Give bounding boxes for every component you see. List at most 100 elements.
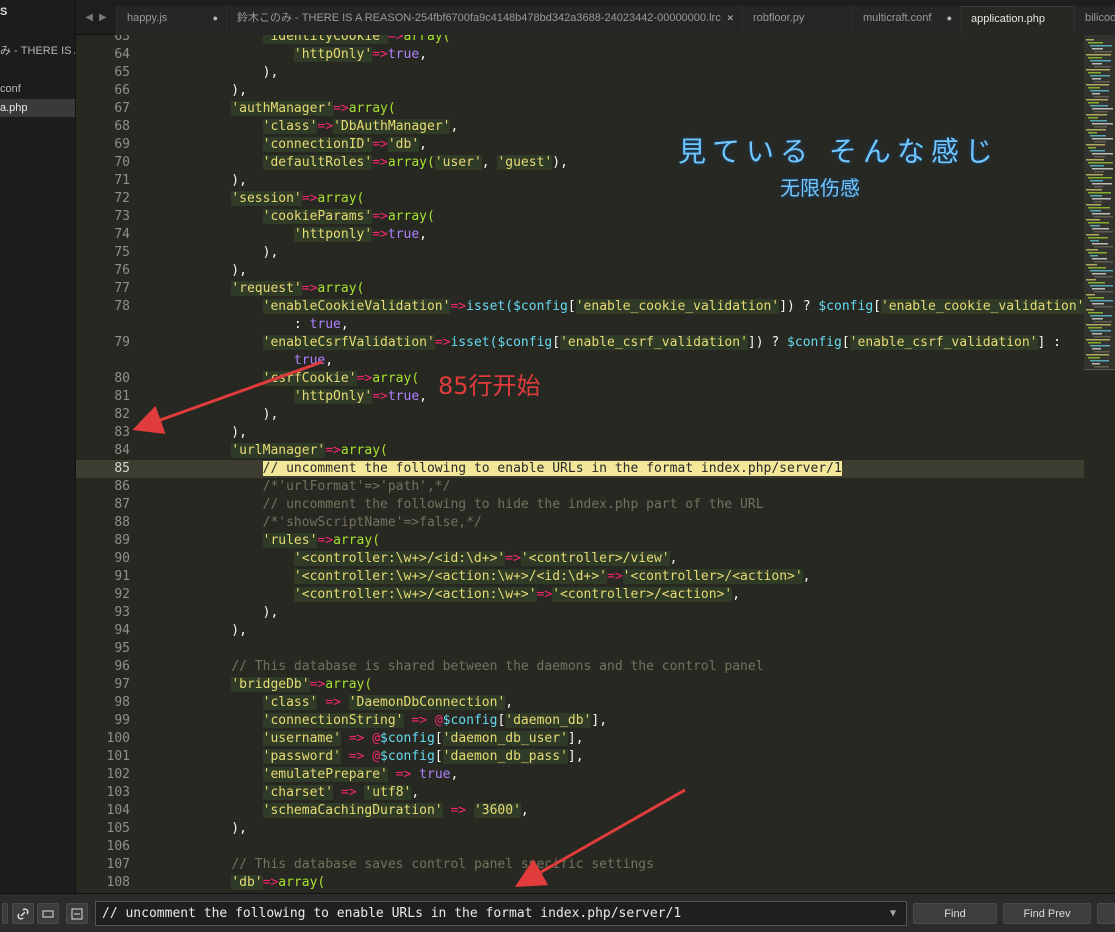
code-line[interactable]: : true, <box>200 316 349 334</box>
in-selection-toggle[interactable] <box>37 903 59 924</box>
code-line[interactable]: 'bridgeDb'=>array( <box>200 676 372 694</box>
tab-application-php[interactable]: application.php <box>960 6 1074 35</box>
minimap-stroke <box>1094 291 1113 293</box>
code-line[interactable]: ), <box>200 244 279 262</box>
code-token: , <box>669 551 678 566</box>
code-line[interactable]: 'enableCsrfValidation'=>isset($config['e… <box>200 334 1061 352</box>
code-line[interactable]: /*'showScriptName'=>false,*/ <box>200 514 482 532</box>
code-line[interactable]: 'schemaCachingDuration' => '3600', <box>200 802 529 820</box>
code-line[interactable]: '<controller:\w+>/<action:\w+>'=>'<contr… <box>200 586 740 604</box>
code-line[interactable]: 'rules'=>array( <box>200 532 380 550</box>
chevron-down-icon[interactable]: ▼ <box>890 902 896 925</box>
tab-robfloor-py[interactable]: robfloor.py <box>742 6 852 35</box>
code-line[interactable]: // This database saves control panel spe… <box>200 856 654 874</box>
code-line[interactable]: 'emulatePrepare' => true, <box>200 766 458 784</box>
code-token: /*'showScriptName'=>false,*/ <box>262 515 482 530</box>
code-line[interactable]: // This database is shared between the d… <box>200 658 763 676</box>
line-number <box>76 316 130 334</box>
dirty-dot-icon[interactable]: ● <box>213 6 218 31</box>
code-line[interactable]: 'httpOnly'=>true, <box>200 46 427 64</box>
code-token: $config <box>442 713 498 728</box>
code-line[interactable]: 'authManager'=>array( <box>200 100 396 118</box>
code-line[interactable]: /*'urlFormat'=>'path',*/ <box>200 478 451 496</box>
code-token: ), <box>200 65 279 80</box>
code-line[interactable]: 'class'=>'DbAuthManager', <box>200 118 458 136</box>
code-line[interactable]: 'enableCookieValidation'=>isset($config[… <box>200 298 1084 316</box>
code-line[interactable]: 'charset' => 'utf8', <box>200 784 419 802</box>
find-all-button[interactable] <box>1097 903 1115 924</box>
code-line[interactable]: 'identityCookie'=>array( <box>200 35 450 46</box>
tab-bilicoo[interactable]: bilicoo <box>1074 6 1115 35</box>
code-line[interactable]: ), <box>200 64 279 82</box>
code-line[interactable]: 'csrfCookie'=>array( <box>200 370 419 388</box>
code-line[interactable]: 'password' => @$config['daemon_db_pass']… <box>200 748 584 766</box>
code-line[interactable]: 'session'=>array( <box>200 190 364 208</box>
highlight-matches-toggle[interactable] <box>66 903 88 924</box>
minimap-stroke <box>1090 315 1112 317</box>
code-token: 'db' <box>387 137 420 152</box>
code-line[interactable]: 'defaultRoles'=>array('user', 'guest'), <box>200 154 568 172</box>
code-token: 'httpOnly' <box>293 389 373 404</box>
arrow-left-icon[interactable]: ◀ <box>85 12 93 23</box>
minimap[interactable] <box>1084 35 1115 893</box>
code-line[interactable]: 'connectionID'=>'db', <box>200 136 427 154</box>
code-line[interactable]: // uncomment the following to hide the i… <box>200 496 764 514</box>
code-line[interactable]: 'db'=>array( <box>200 874 325 892</box>
arrow-right-icon[interactable]: ▶ <box>99 12 107 23</box>
minimap-stroke <box>1086 84 1109 86</box>
tab-happy-js[interactable]: happy.js ● <box>116 6 226 35</box>
code-line[interactable]: 'class' => 'DaemonDbConnection', <box>200 694 513 712</box>
find-input[interactable]: // uncomment the following to enable URL… <box>95 901 907 926</box>
code-token: => <box>607 569 623 584</box>
regex-toggle[interactable] <box>2 903 8 924</box>
code-line[interactable]: ), <box>200 406 279 424</box>
code-line[interactable]: 'cookieParams'=>array( <box>200 208 435 226</box>
code-line[interactable]: '<controller:\w+>/<action:\w+>/<id:\d+>'… <box>200 568 811 586</box>
code-line[interactable]: 'httpOnly'=>true, <box>200 388 427 406</box>
code-token: ]) ? <box>747 335 788 350</box>
code-line[interactable]: ), <box>200 172 247 190</box>
code-token: /*'urlFormat'=>'path',*/ <box>262 479 451 494</box>
code-line[interactable]: ), <box>200 424 247 442</box>
code-line[interactable]: ), <box>200 262 247 280</box>
minimap-stroke <box>1094 126 1107 128</box>
code-line[interactable]: ), <box>200 622 247 640</box>
line-number: 83 <box>114 425 130 440</box>
sidebar-item-conf[interactable]: conf <box>0 80 75 98</box>
code-token: array( <box>372 371 420 386</box>
line-number: 104 <box>106 803 130 818</box>
minimap-stroke <box>1090 165 1104 167</box>
code-token: 'csrfCookie' <box>262 371 357 386</box>
minimap-stroke <box>1086 339 1110 341</box>
wrap-toggle[interactable] <box>12 903 34 924</box>
sidebar-item-lrc[interactable]: み - THERE IS A <box>0 42 76 60</box>
code-line[interactable]: // uncomment the following to enable URL… <box>200 460 842 478</box>
sidebar-item-label: み - THERE IS A <box>0 45 76 57</box>
code-line[interactable]: 'urlManager'=>array( <box>200 442 388 460</box>
tab-lrc[interactable]: 鈴木このみ - THERE IS A REASON-254fbf6700fa9c… <box>226 6 742 35</box>
find-prev-button[interactable]: Find Prev <box>1003 903 1091 924</box>
find-button[interactable]: Find <box>913 903 997 924</box>
sidebar-item-application-php[interactable]: a.php <box>0 99 75 117</box>
code-token: '<controller:\w+>/<action:\w+>/<id:\d+>' <box>293 569 607 584</box>
tab-multicraft-conf[interactable]: multicraft.conf ● <box>852 6 960 35</box>
close-icon[interactable]: ✕ <box>722 6 734 31</box>
code-line[interactable]: '<controller:\w+>/<id:\d+>'=>'<controlle… <box>200 550 677 568</box>
code-line[interactable]: 'httponly'=>true, <box>200 226 427 244</box>
code-line[interactable]: ), <box>200 604 279 622</box>
code-line[interactable]: ), <box>200 820 247 838</box>
code-token: , <box>520 803 529 818</box>
dirty-dot-icon[interactable]: ● <box>947 6 952 31</box>
code-line[interactable]: true, <box>200 352 333 370</box>
minimap-stroke <box>1088 57 1102 59</box>
code-line[interactable]: 'request'=>array( <box>200 280 364 298</box>
code-line[interactable]: 'connectionString' => @$config['daemon_d… <box>200 712 607 730</box>
code-line[interactable]: ), <box>200 82 247 100</box>
code-line[interactable]: 'username' => @$config['daemon_db_user']… <box>200 730 584 748</box>
line-number: 78 <box>114 299 130 314</box>
minimap-stroke <box>1088 222 1109 224</box>
